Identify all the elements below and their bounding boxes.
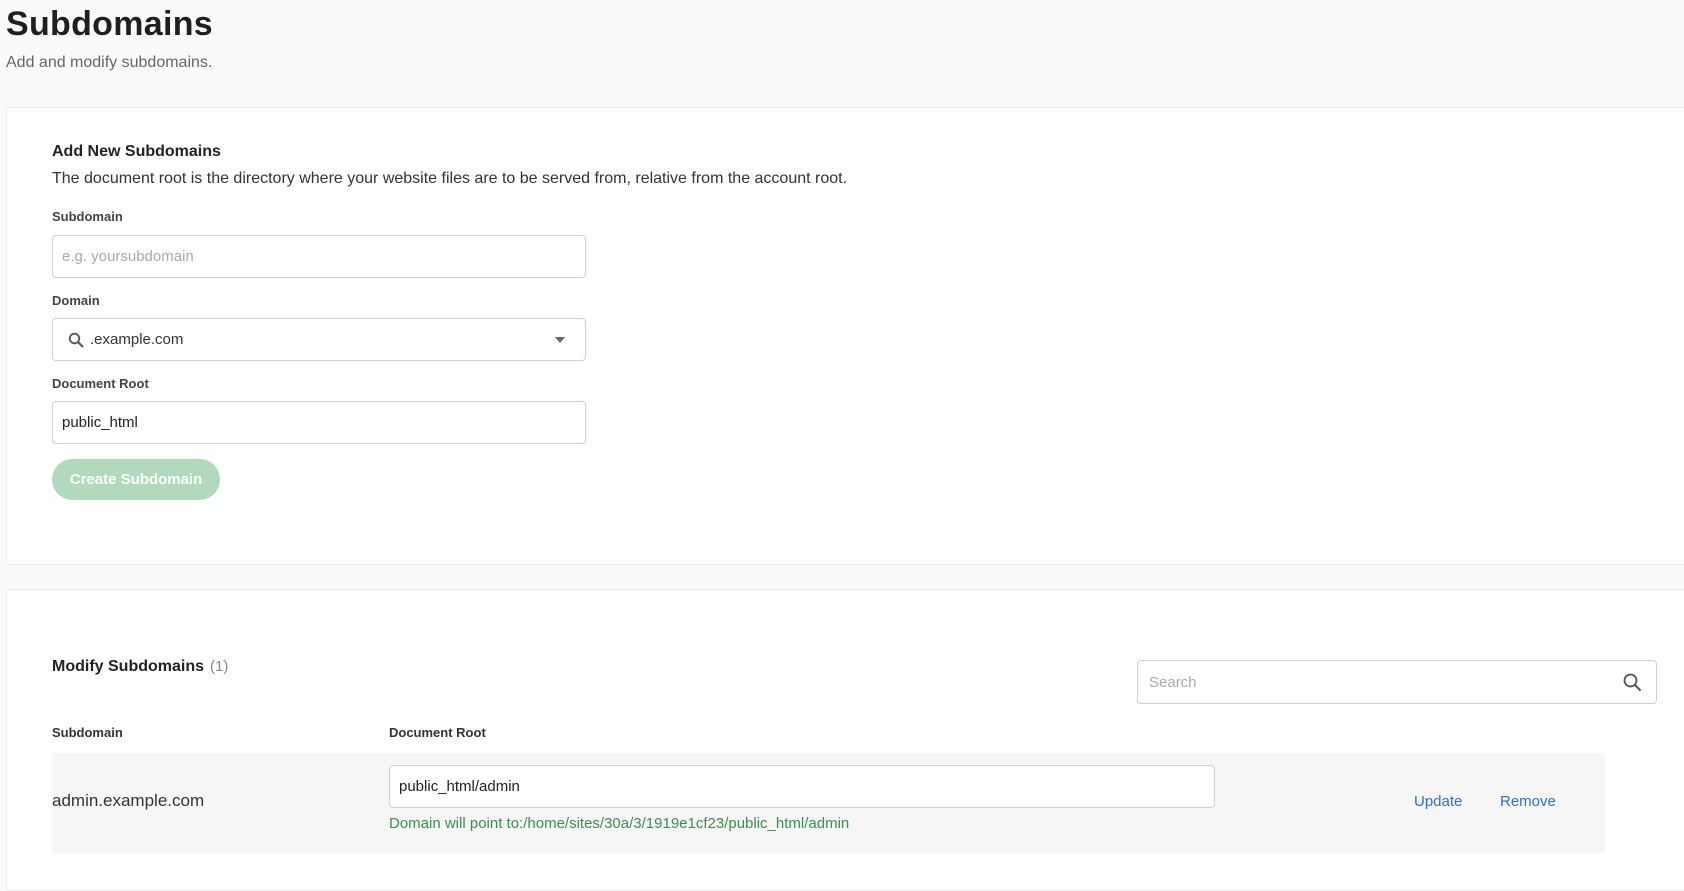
add-subdomain-card: Add New Subdomains The document root is … bbox=[6, 107, 1684, 565]
subdomain-label: Subdomain bbox=[52, 209, 123, 224]
subdomain-input[interactable] bbox=[52, 235, 586, 278]
subdomain-count: (1) bbox=[210, 658, 229, 675]
domain-select-value: .example.com bbox=[90, 331, 184, 348]
page-header: Subdomains Add and modify subdomains. bbox=[6, 4, 213, 72]
remove-link[interactable]: Remove bbox=[1500, 793, 1556, 810]
modify-section-title-text: Modify Subdomains bbox=[52, 658, 204, 675]
modify-section-title: Modify Subdomains (1) bbox=[52, 658, 228, 676]
domain-select[interactable]: .example.com bbox=[52, 318, 586, 361]
chevron-down-icon bbox=[555, 336, 565, 343]
add-section-description: The document root is the directory where… bbox=[52, 170, 848, 187]
row-document-root-hint: Domain will point to:/home/sites/30a/3/1… bbox=[389, 815, 850, 832]
search-input[interactable] bbox=[1147, 672, 1622, 692]
column-header-subdomain: Subdomain bbox=[52, 725, 123, 740]
domain-label: Domain bbox=[52, 293, 100, 308]
search-icon bbox=[68, 332, 84, 347]
create-subdomain-button[interactable]: Create Subdomain bbox=[52, 459, 220, 500]
document-root-label: Document Root bbox=[52, 376, 149, 391]
column-header-document-root: Document Root bbox=[389, 725, 486, 740]
document-root-input[interactable] bbox=[52, 401, 586, 444]
row-subdomain: admin.example.com bbox=[52, 791, 205, 810]
row-document-root-input[interactable] bbox=[389, 765, 1215, 808]
table-row: admin.example.com Domain will point to:/… bbox=[52, 753, 1605, 853]
add-section-title: Add New Subdomains bbox=[52, 143, 221, 160]
page-title: Subdomains bbox=[6, 5, 214, 43]
search-box bbox=[1137, 660, 1657, 704]
page-subtitle: Add and modify subdomains. bbox=[6, 54, 213, 71]
update-link[interactable]: Update bbox=[1414, 793, 1462, 810]
modify-subdomain-card: Modify Subdomains (1) Subdomain Document … bbox=[6, 589, 1684, 891]
search-icon[interactable] bbox=[1622, 672, 1642, 692]
